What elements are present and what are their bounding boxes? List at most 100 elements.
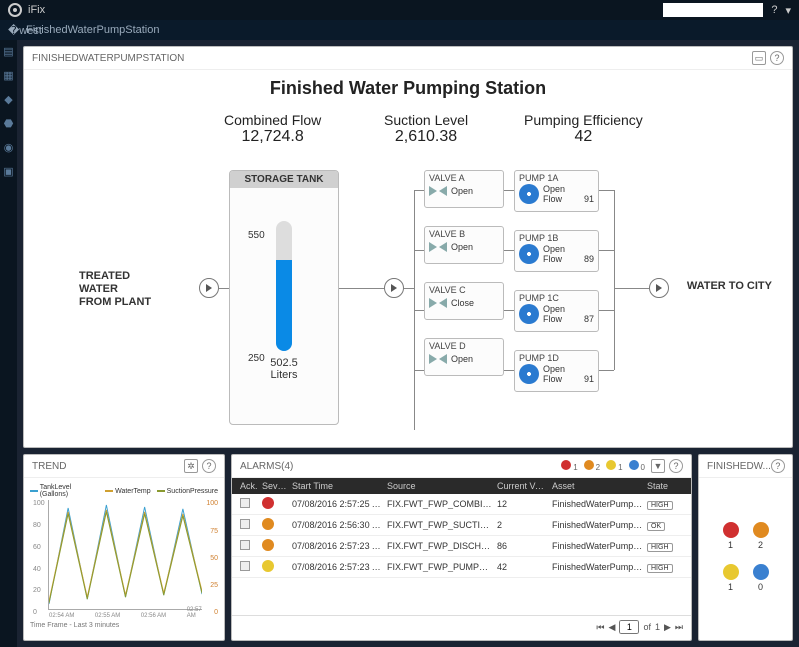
alarm-value: 42 bbox=[495, 562, 550, 572]
mini-sev-item[interactable]: 2 bbox=[753, 522, 769, 550]
alarm-state[interactable]: HIGH bbox=[647, 543, 673, 552]
pager-page[interactable] bbox=[619, 620, 639, 634]
alarm-state[interactable]: HIGH bbox=[647, 564, 673, 573]
nav-item-3[interactable]: ◆ bbox=[2, 92, 16, 106]
alarm-source: FIX.FWT_FWP_PUMP_E... bbox=[385, 562, 495, 572]
summary-count[interactable]: 1 bbox=[561, 460, 577, 472]
mini-sev-item[interactable]: 1 bbox=[723, 522, 739, 550]
inlet-node[interactable] bbox=[199, 278, 219, 298]
nav-item-4[interactable]: ⬣ bbox=[2, 116, 16, 130]
pump-flow-value: 89 bbox=[584, 254, 594, 264]
ack-checkbox[interactable] bbox=[240, 519, 250, 529]
yleft-tick: 60 bbox=[33, 544, 41, 551]
mini-sev-item[interactable]: 1 bbox=[723, 564, 739, 592]
alarm-source: FIX.FWT_FWP_COMBIN... bbox=[385, 499, 495, 509]
valve-1[interactable]: VALVE B Open bbox=[424, 226, 504, 264]
severity-icon bbox=[262, 518, 274, 530]
pump-2[interactable]: PUMP 1C Open Flow87 bbox=[514, 290, 599, 332]
pager-next[interactable]: ▶ bbox=[664, 622, 671, 633]
ack-checkbox[interactable] bbox=[240, 540, 250, 550]
nav-item-1[interactable]: ▤ bbox=[2, 44, 16, 58]
pump-flow-label: Flow bbox=[543, 254, 562, 264]
alarms-panel: ALARMS(4) 1210 ▼? Ack. Severity Start Ti… bbox=[231, 454, 692, 641]
valve-3[interactable]: VALVE D Open bbox=[424, 338, 504, 376]
pump-flow-value: 87 bbox=[584, 314, 594, 324]
alarm-row[interactable]: 07/08/2016 2:56:30 AM FIX.FWT_FWP_SUCTIO… bbox=[232, 515, 691, 536]
trend-config-icon[interactable]: ✲ bbox=[184, 459, 198, 473]
filter-icon[interactable]: ▼ bbox=[651, 459, 665, 473]
col-ack[interactable]: Ack. bbox=[238, 481, 260, 491]
outlet-label: WATER TO CITY bbox=[687, 280, 772, 292]
col-asset[interactable]: Asset bbox=[550, 481, 645, 491]
pager-first[interactable]: ⏮ bbox=[596, 622, 604, 633]
legend-item[interactable]: WaterTemp bbox=[105, 484, 151, 498]
mini-sev-item[interactable]: 0 bbox=[753, 564, 769, 592]
x-tick: 02:57 AM bbox=[187, 607, 202, 619]
yleft-tick: 40 bbox=[33, 566, 41, 573]
kpi-flow-label: Combined Flow bbox=[224, 112, 321, 128]
pump-flow-value: 91 bbox=[584, 194, 594, 204]
help-icon[interactable]: ? bbox=[202, 459, 216, 473]
tank-out-node[interactable] bbox=[384, 278, 404, 298]
nav-item-2[interactable]: ▦ bbox=[2, 68, 16, 82]
yright-tick: 75 bbox=[210, 528, 218, 535]
help-icon[interactable]: ? bbox=[771, 459, 785, 473]
valve-state: Close bbox=[451, 298, 499, 308]
alarm-row[interactable]: 07/08/2016 2:57:23 AM FIX.FWT_FWP_PUMP_E… bbox=[232, 557, 691, 578]
alarm-value: 2 bbox=[495, 520, 550, 530]
alarm-row[interactable]: 07/08/2016 2:57:25 AM FIX.FWT_FWP_COMBIN… bbox=[232, 494, 691, 515]
maximize-icon[interactable]: ▭ bbox=[752, 51, 766, 65]
summary-count[interactable]: 1 bbox=[606, 460, 622, 472]
alarm-row[interactable]: 07/08/2016 2:57:23 AM FIX.FWT_FWP_DISCHA… bbox=[232, 536, 691, 557]
col-state[interactable]: State bbox=[645, 481, 685, 491]
storage-tank[interactable]: STORAGE TANK 550 250 502.5Liters bbox=[229, 170, 339, 425]
valve-2[interactable]: VALVE C Close bbox=[424, 282, 504, 320]
pager-total: 1 bbox=[655, 622, 660, 632]
ack-checkbox[interactable] bbox=[240, 561, 250, 571]
search-input[interactable] bbox=[663, 3, 763, 17]
severity-dot-icon bbox=[753, 522, 769, 538]
tab-label[interactable]: FinishedWaterPumpStation bbox=[26, 24, 160, 36]
trend-plot bbox=[49, 500, 202, 609]
pump-icon bbox=[519, 364, 539, 384]
summary-count[interactable]: 0 bbox=[629, 460, 645, 472]
valve-0[interactable]: VALVE A Open bbox=[424, 170, 504, 208]
valve-icon bbox=[429, 184, 447, 198]
alarm-start: 07/08/2016 2:57:23 AM bbox=[290, 562, 385, 572]
summary-title: FINISHEDW... bbox=[707, 461, 771, 472]
user-icon[interactable]: ▾ bbox=[785, 4, 791, 17]
help-icon[interactable]: ? bbox=[771, 4, 777, 16]
yright-tick: 0 bbox=[214, 609, 218, 616]
alarm-state[interactable]: OK bbox=[647, 522, 665, 531]
nav-item-5[interactable]: ◉ bbox=[2, 140, 16, 154]
yleft-tick: 20 bbox=[33, 587, 41, 594]
share-icon[interactable]: �west bbox=[8, 24, 20, 36]
pump-name: PUMP 1A bbox=[519, 173, 594, 183]
nav-item-6[interactable]: ▣ bbox=[2, 164, 16, 178]
col-sev[interactable]: Severity bbox=[260, 481, 290, 491]
x-tick: 02:56 AM bbox=[141, 613, 166, 619]
col-src[interactable]: Source bbox=[385, 481, 495, 491]
legend-item[interactable]: SuctionPressure bbox=[157, 484, 218, 498]
pump-3[interactable]: PUMP 1D Open Flow91 bbox=[514, 350, 599, 392]
legend-item[interactable]: TankLevel (Gallons) bbox=[30, 484, 99, 498]
pump-flow-label: Flow bbox=[543, 374, 562, 384]
help-icon[interactable]: ? bbox=[770, 51, 784, 65]
severity-icon bbox=[262, 560, 274, 572]
outlet-node[interactable] bbox=[649, 278, 669, 298]
pump-1[interactable]: PUMP 1B Open Flow89 bbox=[514, 230, 599, 272]
summary-count[interactable]: 2 bbox=[584, 460, 600, 472]
pager-last[interactable]: ⏭ bbox=[675, 622, 683, 633]
valve-icon bbox=[429, 352, 447, 366]
trend-chart[interactable]: 100806040200100755025002:54 AM02:55 AM02… bbox=[48, 500, 202, 610]
alarm-state[interactable]: HIGH bbox=[647, 501, 673, 510]
yleft-tick: 100 bbox=[33, 500, 45, 507]
pump-0[interactable]: PUMP 1A Open Flow91 bbox=[514, 170, 599, 212]
left-nav: ▤ ▦ ◆ ⬣ ◉ ▣ bbox=[0, 40, 17, 647]
alarm-start: 07/08/2016 2:57:23 AM bbox=[290, 541, 385, 551]
col-start[interactable]: Start Time bbox=[290, 481, 385, 491]
col-cv[interactable]: Current Value bbox=[495, 481, 550, 491]
ack-checkbox[interactable] bbox=[240, 498, 250, 508]
help-icon[interactable]: ? bbox=[669, 459, 683, 473]
pager-prev[interactable]: ◀ bbox=[609, 622, 616, 633]
